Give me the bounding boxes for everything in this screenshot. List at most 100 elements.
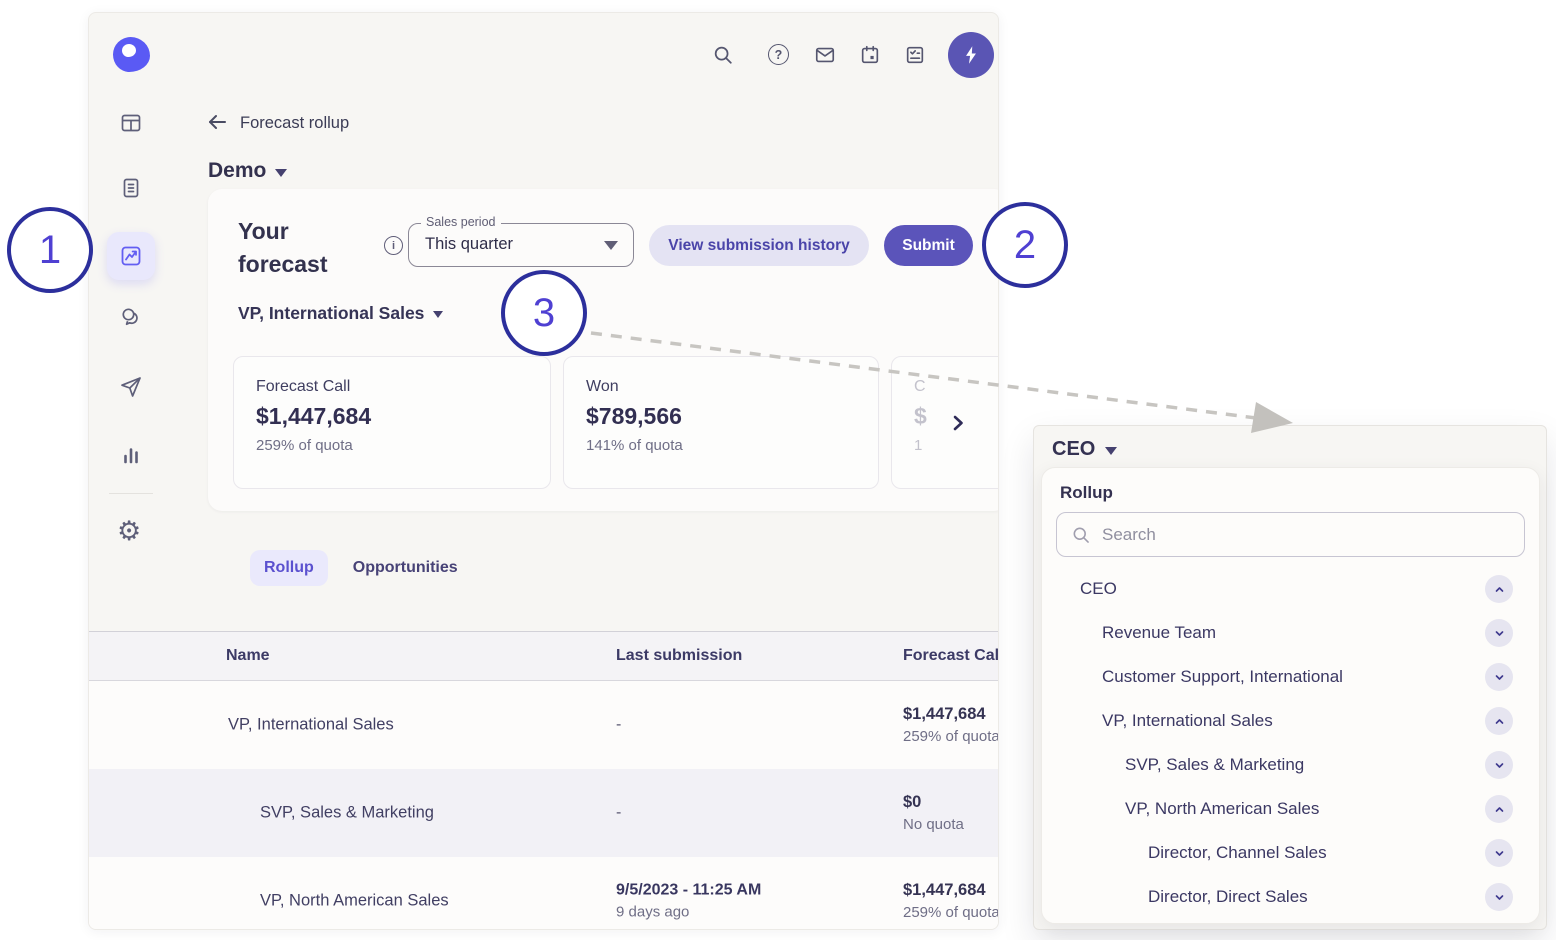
help-glyph: ?	[768, 44, 789, 65]
expand-button[interactable]	[1485, 751, 1513, 779]
chevron-down-icon	[604, 241, 618, 250]
sales-period-label: Sales period	[421, 215, 501, 229]
workspace-dropdown[interactable]: Demo	[208, 159, 288, 183]
tree-item[interactable]: Director, Direct Sales	[1056, 875, 1525, 919]
row-last-submission-ago: 9 days ago	[616, 903, 690, 921]
rollup-tree: CEO Revenue Team Customer Support, Inter…	[1056, 567, 1525, 919]
search-input[interactable]	[1102, 524, 1502, 545]
chevron-up-icon	[1495, 586, 1503, 592]
tab-rollup[interactable]: Rollup	[250, 550, 328, 586]
collapse-button[interactable]	[1485, 795, 1513, 823]
chevron-down-icon	[1495, 674, 1503, 680]
metric-label: C	[914, 378, 926, 395]
tree-item[interactable]: Director, Channel Sales	[1056, 831, 1525, 875]
row-name: VP, International Sales	[228, 715, 394, 734]
tree-item-label: SVP, Sales & Marketing	[1125, 755, 1305, 774]
collapse-button[interactable]	[1485, 575, 1513, 603]
search-box[interactable]	[1056, 512, 1525, 557]
sidebar-item-analytics[interactable]	[119, 443, 143, 467]
metric-value: $789,566	[586, 403, 682, 429]
tree-item[interactable]: SVP, Sales & Marketing	[1056, 743, 1525, 787]
metric-value: $1,447,684	[256, 403, 372, 429]
sidebar-item-outreach[interactable]	[119, 375, 143, 399]
quick-actions-button[interactable]	[948, 32, 994, 78]
rollup-owner-dropdown[interactable]: CEO	[1052, 438, 1118, 461]
metric-won: Won $789,566 141% of quota	[563, 356, 879, 489]
tree-item[interactable]: Customer Support, International	[1056, 655, 1525, 699]
page-title: Forecast rollup	[240, 114, 350, 132]
row-last-submission: -	[616, 716, 622, 733]
lightning-icon	[966, 46, 976, 64]
chevron-down-icon	[433, 311, 444, 318]
tree-item[interactable]: VP, International Sales	[1056, 699, 1525, 743]
tasks-icon[interactable]	[904, 44, 926, 66]
expand-button[interactable]	[1485, 883, 1513, 911]
tree-item-label: Revenue Team	[1102, 623, 1217, 642]
row-last-submission-date: 9/5/2023 - 11:25 AM	[616, 881, 762, 899]
row-last-submission: 9/5/2023 - 11:25 AM 9 days ago	[616, 882, 761, 921]
table-row[interactable]: SVP, Sales & Marketing - $0 No quota	[89, 769, 998, 857]
chevron-down-icon	[1495, 894, 1503, 900]
calendar-icon[interactable]	[859, 44, 881, 66]
app-logo[interactable]	[113, 37, 150, 72]
chevron-down-icon	[1495, 762, 1503, 768]
table-header-row: Name Last submission Forecast Call	[89, 631, 999, 681]
document-icon	[123, 178, 139, 198]
back-arrow-icon[interactable]	[205, 110, 229, 134]
send-icon	[121, 377, 141, 397]
search-icon[interactable]	[712, 44, 734, 66]
submit-button[interactable]: Submit	[884, 225, 973, 266]
app-logo-hole	[122, 44, 136, 57]
your-forecast-card: Your forecast i Sales period This quarte…	[208, 189, 998, 511]
metric-label: Won	[586, 378, 619, 395]
view-tabs: Rollup Opportunities	[250, 550, 458, 586]
row-forecast-value: $1,447,684	[903, 705, 986, 723]
expand-button[interactable]	[1485, 839, 1513, 867]
sidebar-item-conversations[interactable]	[119, 305, 143, 329]
row-last-submission: -	[616, 804, 622, 821]
mail-icon[interactable]	[814, 44, 836, 66]
metric-partial: C $ 1	[891, 356, 998, 489]
tree-item[interactable]: VP, North American Sales	[1056, 787, 1525, 831]
row-forecast-quota: 259% of quota	[903, 728, 999, 745]
column-last-submission: Last submission	[616, 647, 743, 664]
sidebar-item-workspace[interactable]	[119, 111, 143, 135]
tab-opportunities[interactable]: Opportunities	[353, 559, 458, 577]
tree-item-label: CEO	[1080, 579, 1117, 598]
tree-item[interactable]: CEO	[1056, 567, 1525, 611]
metric-forecast-call: Forecast Call $1,447,684 259% of quota	[233, 356, 551, 489]
help-icon[interactable]: ?	[768, 44, 790, 66]
layout-icon	[121, 114, 141, 132]
workspace-name: Demo	[208, 159, 267, 182]
collapse-button[interactable]	[1485, 707, 1513, 735]
expand-button[interactable]	[1485, 619, 1513, 647]
annotation-step-2: 2	[982, 202, 1068, 288]
row-name: VP, North American Sales	[260, 891, 449, 910]
sidebar-item-reports[interactable]	[119, 176, 143, 200]
table-row[interactable]: VP, International Sales - $1,447,684 259…	[89, 681, 999, 769]
tree-item-label: Customer Support, International	[1102, 667, 1343, 686]
table-row[interactable]: VP, North American Sales 9/5/2023 - 11:2…	[89, 857, 998, 929]
info-icon[interactable]: i	[384, 236, 403, 255]
chevron-up-icon	[1495, 718, 1503, 724]
row-forecast: $1,447,684 259% of quota	[903, 705, 999, 745]
forecast-trend-icon	[121, 246, 141, 266]
sidebar-item-forecast-selected[interactable]	[107, 232, 155, 280]
row-forecast-quota: No quota	[903, 816, 964, 833]
metric-cards: Forecast Call $1,447,684 259% of quota W…	[233, 356, 998, 489]
column-forecast-call: Forecast Call	[903, 647, 999, 664]
bar-chart-icon	[124, 448, 138, 464]
tree-item-label: Director, Channel Sales	[1148, 843, 1327, 862]
carousel-next-button[interactable]	[948, 413, 968, 433]
annotation-step-3: 3	[501, 270, 587, 356]
tree-item[interactable]: Revenue Team	[1056, 611, 1525, 655]
settings-gear-icon[interactable]: ⚙	[117, 518, 141, 545]
chevron-down-icon	[1495, 630, 1503, 636]
expand-button[interactable]	[1485, 663, 1513, 691]
sales-period-select[interactable]: Sales period This quarter	[408, 215, 634, 267]
view-submission-history-button[interactable]: View submission history	[649, 225, 869, 266]
forecast-owner-dropdown[interactable]: VP, International Sales	[238, 303, 444, 324]
sidebar-divider	[109, 493, 153, 494]
rollup-owner-label: CEO	[1052, 438, 1096, 460]
metric-quota: 259% of quota	[256, 437, 353, 454]
